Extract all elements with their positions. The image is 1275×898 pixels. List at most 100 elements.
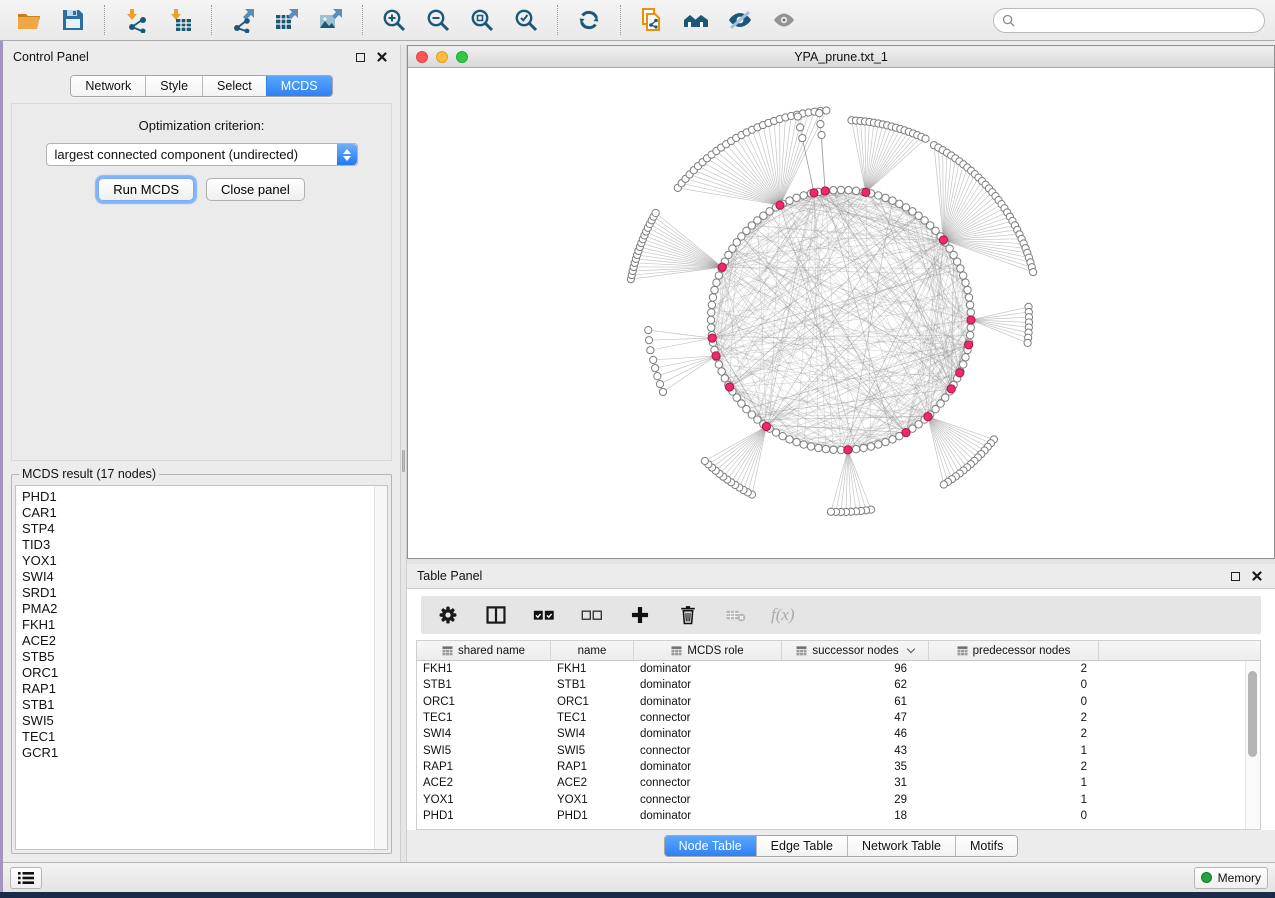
log-console-button[interactable] bbox=[10, 867, 42, 889]
table-row[interactable]: RAP1RAP1dominator352 bbox=[417, 759, 1260, 775]
table-scrollbar-thumb[interactable] bbox=[1248, 671, 1257, 757]
network-canvas[interactable] bbox=[408, 68, 1274, 558]
mcds-result-list[interactable]: PHD1CAR1STP4TID3YOX1SWI4SRD1PMA2FKH1ACE2… bbox=[15, 485, 388, 850]
table-cell-predecessor_nodes: 2 bbox=[929, 761, 1099, 773]
table-cell-shared_name: TEC1 bbox=[417, 712, 551, 724]
mcds-result-item[interactable]: SWI4 bbox=[22, 569, 387, 585]
table-float-button[interactable] bbox=[1227, 568, 1243, 584]
table-cell-shared_name: STB1 bbox=[417, 679, 551, 691]
mcds-tab-content: Optimization criterion: largest connecte… bbox=[11, 103, 392, 461]
mcds-result-item[interactable]: GCR1 bbox=[22, 745, 387, 761]
table-row[interactable]: TEC1TEC1connector472 bbox=[417, 710, 1260, 726]
mcds-result-item[interactable]: PMA2 bbox=[22, 601, 387, 617]
table-row[interactable]: SWI4SWI4dominator462 bbox=[417, 726, 1260, 742]
window-minimize-button[interactable] bbox=[436, 51, 448, 63]
table-row[interactable]: ACE2ACE2connector311 bbox=[417, 775, 1260, 791]
table-cell-shared_name: SWI5 bbox=[417, 745, 551, 757]
column-header-name[interactable]: name bbox=[551, 641, 634, 660]
close-panel-button[interactable] bbox=[374, 49, 390, 65]
zoom-out-button[interactable] bbox=[419, 4, 457, 36]
table-cell-predecessor_nodes: 1 bbox=[929, 745, 1099, 757]
table-row[interactable]: ORC1ORC1dominator610 bbox=[417, 694, 1260, 710]
memory-button[interactable]: Memory bbox=[1194, 867, 1268, 889]
table-cell-successor_nodes: 47 bbox=[782, 712, 929, 724]
criterion-dropdown[interactable]: largest connected component (undirected) bbox=[46, 143, 358, 166]
column-header-shared-name[interactable]: shared name bbox=[417, 641, 551, 660]
table-scrollbar[interactable] bbox=[1245, 661, 1260, 829]
mcds-result-item[interactable]: STP4 bbox=[22, 521, 387, 537]
import-table-button[interactable] bbox=[161, 4, 199, 36]
table-row[interactable]: SWI5SWI5connector431 bbox=[417, 742, 1260, 758]
delete-column-button[interactable] bbox=[675, 602, 701, 628]
tab-node-table[interactable]: Node Table bbox=[665, 836, 756, 856]
mcds-result-item[interactable]: STB5 bbox=[22, 649, 387, 665]
export-table-button[interactable] bbox=[268, 4, 306, 36]
table-settings-button[interactable] bbox=[435, 602, 461, 628]
search-input[interactable] bbox=[1020, 13, 1256, 27]
panel-splitter-vertical[interactable] bbox=[400, 45, 407, 862]
save-session-button[interactable] bbox=[54, 4, 92, 36]
mcds-result-item[interactable]: RAP1 bbox=[22, 681, 387, 697]
network-overview-button[interactable] bbox=[677, 4, 715, 36]
zoom-fit-button[interactable] bbox=[463, 4, 501, 36]
mcds-result-item[interactable]: SWI5 bbox=[22, 713, 387, 729]
table-row[interactable]: FKH1FKH1dominator962 bbox=[417, 661, 1260, 677]
tab-network[interactable]: Network bbox=[71, 76, 145, 96]
show-panels-button[interactable] bbox=[765, 4, 803, 36]
table-close-button[interactable] bbox=[1249, 568, 1265, 584]
function-builder-button[interactable]: f(x) bbox=[771, 602, 795, 628]
table-cell-mcds_role: connector bbox=[634, 794, 782, 806]
tab-style[interactable]: Style bbox=[145, 76, 202, 96]
column-header-successor-nodes[interactable]: successor nodes bbox=[782, 641, 929, 660]
tab-motifs[interactable]: Motifs bbox=[955, 836, 1017, 856]
tab-mcds[interactable]: MCDS bbox=[266, 76, 332, 96]
open-file-button[interactable] bbox=[10, 4, 48, 36]
window-close-button[interactable] bbox=[416, 51, 428, 63]
mcds-result-item[interactable]: STB1 bbox=[22, 697, 387, 713]
mcds-result-item[interactable]: FKH1 bbox=[22, 617, 387, 633]
table-cell-mcds_role: dominator bbox=[634, 696, 782, 708]
mcds-result-item[interactable]: ACE2 bbox=[22, 633, 387, 649]
export-image-button[interactable] bbox=[312, 4, 350, 36]
table-row[interactable]: YOX1YOX1connector291 bbox=[417, 791, 1260, 807]
tab-network-table[interactable]: Network Table bbox=[847, 836, 955, 856]
import-network-button[interactable] bbox=[117, 4, 155, 36]
refresh-view-button[interactable] bbox=[570, 4, 608, 36]
column-header-predecessor-nodes[interactable]: predecessor nodes bbox=[929, 641, 1099, 660]
mcds-list-scrollbar[interactable] bbox=[374, 486, 387, 849]
hide-panels-button[interactable] bbox=[721, 4, 759, 36]
mcds-result-item[interactable]: TEC1 bbox=[22, 729, 387, 745]
delete-table-button[interactable] bbox=[723, 602, 749, 628]
table-row[interactable]: STB1STB1dominator620 bbox=[417, 677, 1260, 693]
select-all-columns-button[interactable] bbox=[531, 602, 557, 628]
sort-descending-icon bbox=[906, 645, 914, 653]
mcds-result-item[interactable]: SRD1 bbox=[22, 585, 387, 601]
mcds-result-item[interactable]: YOX1 bbox=[22, 553, 387, 569]
mcds-result-item[interactable]: CAR1 bbox=[22, 505, 387, 521]
zoom-selected-button[interactable] bbox=[507, 4, 545, 36]
splitter-grip[interactable] bbox=[402, 450, 405, 472]
show-column-panel-button[interactable] bbox=[483, 602, 509, 628]
mcds-result-item[interactable]: PHD1 bbox=[22, 489, 387, 505]
shared-column-icon bbox=[671, 646, 682, 656]
add-column-button[interactable] bbox=[627, 602, 653, 628]
tab-edge-table[interactable]: Edge Table bbox=[756, 836, 847, 856]
export-network-button[interactable] bbox=[224, 4, 262, 36]
float-panel-button[interactable] bbox=[352, 49, 368, 65]
toolbar-separator bbox=[362, 5, 363, 35]
control-panel: Control Panel Network Style Select MCDS … bbox=[3, 45, 400, 862]
table-tabs: Node Table Edge Table Network Table Moti… bbox=[407, 830, 1275, 862]
mcds-result-item[interactable]: ORC1 bbox=[22, 665, 387, 681]
run-mcds-button[interactable]: Run MCDS bbox=[98, 178, 194, 201]
table-row[interactable]: PHD1PHD1dominator180 bbox=[417, 808, 1260, 824]
toolbar-separator bbox=[104, 5, 105, 35]
column-header-mcds-role[interactable]: MCDS role bbox=[634, 641, 782, 660]
tab-select[interactable]: Select bbox=[202, 76, 266, 96]
unselect-all-columns-button[interactable] bbox=[579, 602, 605, 628]
window-zoom-button[interactable] bbox=[456, 51, 468, 63]
duplicate-network-button[interactable] bbox=[633, 4, 671, 36]
zoom-in-button[interactable] bbox=[375, 4, 413, 36]
close-panel-button-mcds[interactable]: Close panel bbox=[206, 178, 305, 201]
mcds-result-item[interactable]: TID3 bbox=[22, 537, 387, 553]
refresh-icon bbox=[576, 7, 602, 33]
